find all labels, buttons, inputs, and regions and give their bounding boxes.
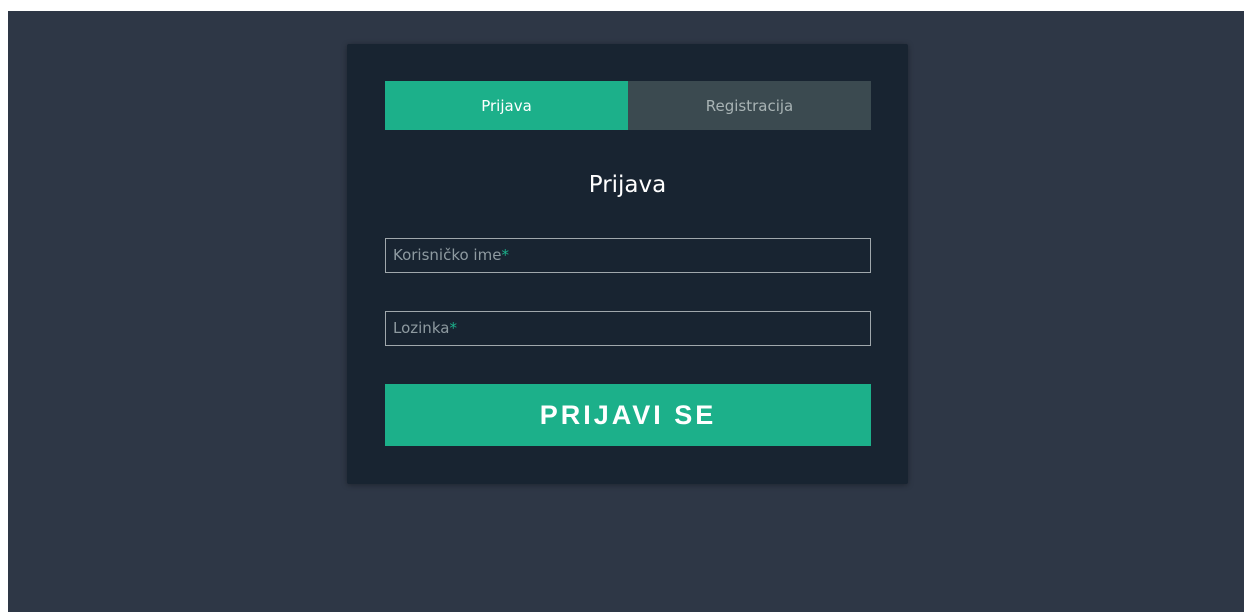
tab-login-label: Prijava [481,96,532,115]
tab-register[interactable]: Registracija [628,81,871,130]
tab-register-label: Registracija [705,96,794,115]
password-input[interactable] [386,312,870,345]
username-input[interactable] [386,239,870,272]
auth-tabs: Prijava Registracija [385,81,871,130]
page-background: Prijava Registracija Prijava Korisničko … [8,11,1244,612]
login-card: Prijava Registracija Prijava Korisničko … [347,44,908,484]
form-title: Prijava [588,172,667,198]
tab-login[interactable]: Prijava [385,81,628,130]
password-field-wrapper: Lozinka* [385,311,871,346]
username-field-wrapper: Korisničko ime* [385,238,871,273]
login-submit-button[interactable]: PRIJAVI SE [385,384,871,446]
